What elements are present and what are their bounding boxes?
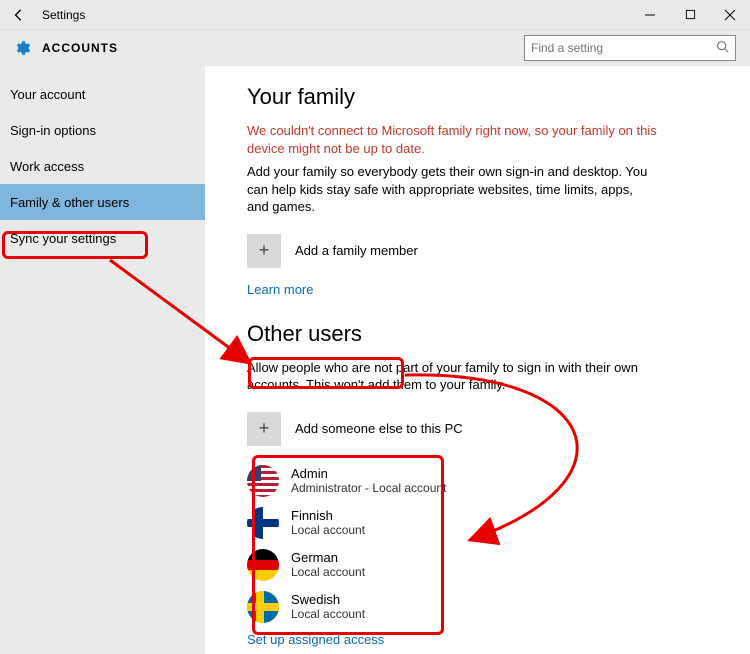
learn-more-link[interactable]: Learn more <box>247 282 313 297</box>
sidebar-item-sign-in-options[interactable]: Sign-in options <box>0 112 205 148</box>
user-avatar-icon <box>247 591 279 623</box>
user-subtitle: Local account <box>291 565 365 579</box>
other-users-list: AdminAdministrator - Local account Finnis… <box>247 460 708 628</box>
family-description: Add your family so everybody gets their … <box>247 163 657 216</box>
user-row[interactable]: FinnishLocal account <box>247 502 708 544</box>
add-family-label: Add a family member <box>295 243 418 258</box>
sidebar-item-family-other-users[interactable]: Family & other users <box>0 184 205 220</box>
user-row[interactable]: GermanLocal account <box>247 544 708 586</box>
close-button[interactable] <box>710 0 750 30</box>
maximize-button[interactable] <box>670 0 710 30</box>
user-text: SwedishLocal account <box>291 592 365 621</box>
minimize-button[interactable] <box>630 0 670 30</box>
add-other-user-button[interactable]: + Add someone else to this PC <box>247 412 708 446</box>
user-avatar-icon <box>247 549 279 581</box>
main-pane: Your family We couldn't connect to Micro… <box>205 66 750 654</box>
assigned-access-link[interactable]: Set up assigned access <box>247 632 384 647</box>
sidebar-item-sync-your-settings[interactable]: Sync your settings <box>0 220 205 256</box>
back-button[interactable] <box>8 4 30 26</box>
other-users-description: Allow people who are not part of your fa… <box>247 359 657 394</box>
user-name: Swedish <box>291 592 365 607</box>
plus-icon: + <box>247 412 281 446</box>
user-name: Admin <box>291 466 446 481</box>
search-input[interactable] <box>531 41 716 55</box>
user-text: AdminAdministrator - Local account <box>291 466 446 495</box>
search-box[interactable] <box>524 35 736 61</box>
user-name: German <box>291 550 365 565</box>
user-subtitle: Local account <box>291 523 365 537</box>
other-users-heading: Other users <box>247 321 708 347</box>
app-name: ACCOUNTS <box>42 41 118 55</box>
add-other-label: Add someone else to this PC <box>295 421 463 436</box>
user-avatar-icon <box>247 465 279 497</box>
search-icon <box>716 40 729 56</box>
window-title: Settings <box>42 8 85 22</box>
settings-header: ACCOUNTS <box>0 30 750 66</box>
user-row[interactable]: SwedishLocal account <box>247 586 708 628</box>
add-family-member-button[interactable]: + Add a family member <box>247 234 708 268</box>
user-avatar-icon <box>247 507 279 539</box>
user-text: GermanLocal account <box>291 550 365 579</box>
user-subtitle: Administrator - Local account <box>291 481 446 495</box>
user-row[interactable]: AdminAdministrator - Local account <box>247 460 708 502</box>
user-text: FinnishLocal account <box>291 508 365 537</box>
family-warning: We couldn't connect to Microsoft family … <box>247 122 657 157</box>
plus-icon: + <box>247 234 281 268</box>
family-heading: Your family <box>247 84 708 110</box>
titlebar: Settings <box>0 0 750 30</box>
user-name: Finnish <box>291 508 365 523</box>
sidebar-item-your-account[interactable]: Your account <box>0 76 205 112</box>
gear-icon <box>12 38 32 58</box>
user-subtitle: Local account <box>291 607 365 621</box>
sidebar-item-work-access[interactable]: Work access <box>0 148 205 184</box>
sidebar: Your accountSign-in optionsWork accessFa… <box>0 66 205 654</box>
